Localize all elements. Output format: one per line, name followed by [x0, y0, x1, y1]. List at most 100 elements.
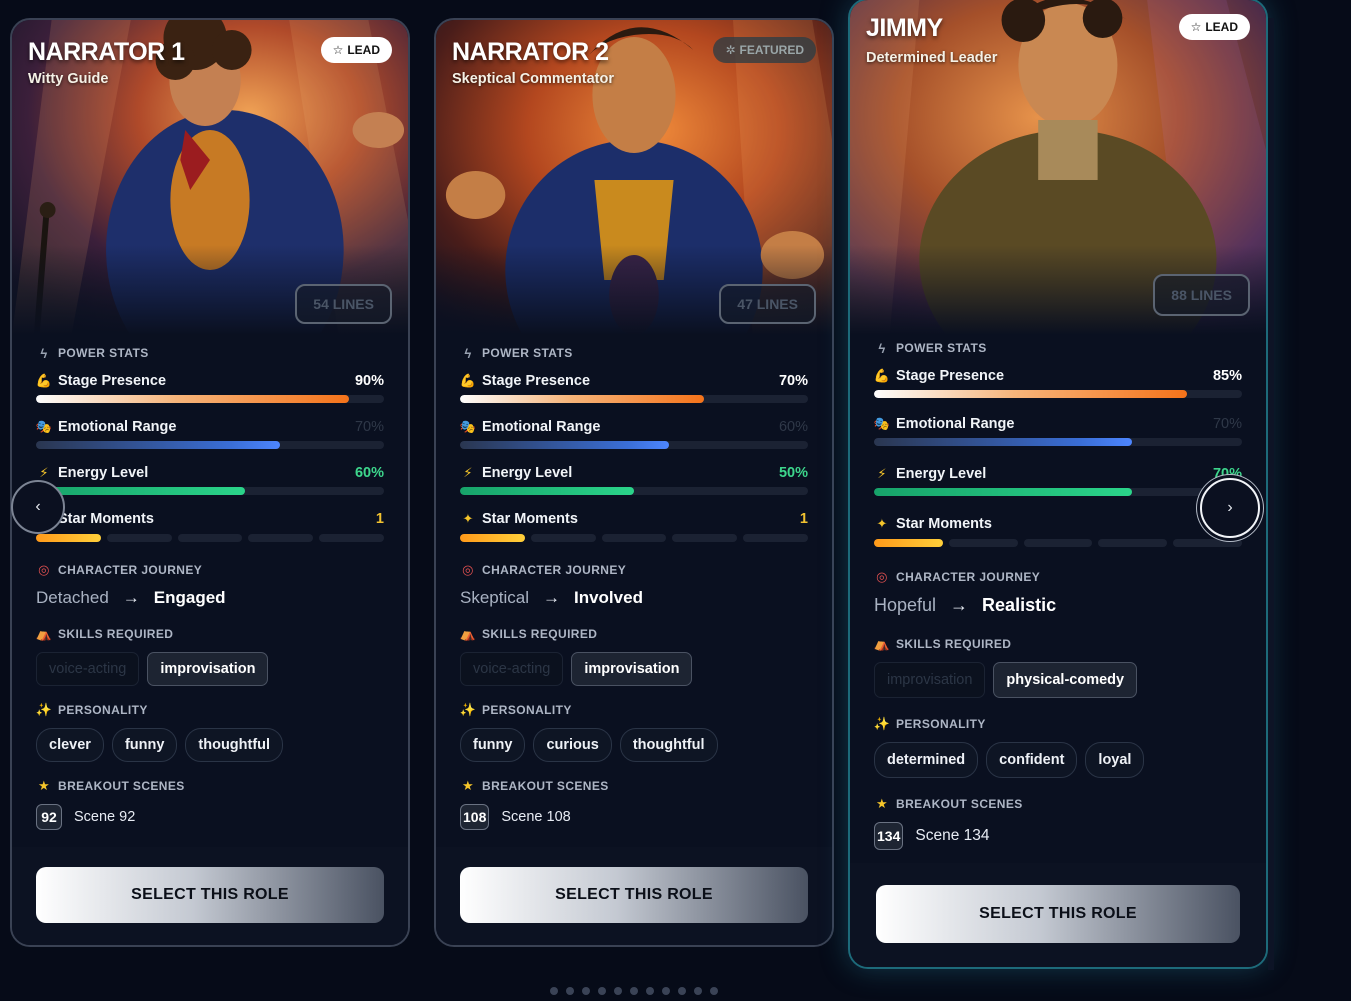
personality-chip: confident [986, 742, 1078, 778]
pagination-dot[interactable] [630, 987, 638, 995]
personality-chip: funny [111, 728, 178, 762]
stat-value: 60% [778, 419, 808, 435]
carousel-next-button[interactable]: › [1200, 478, 1260, 538]
flexed-arm-icon: 💪 [35, 373, 53, 388]
pagination-dot[interactable] [550, 987, 558, 995]
breakout-scene-item: 108 Scene 108 [460, 804, 808, 830]
shooting-star-icon: ✦ [876, 516, 888, 531]
pagination-dot[interactable] [678, 987, 686, 995]
star-moment-segment [743, 534, 808, 542]
character-name: NARRATOR 2 [452, 38, 609, 66]
power-stats-heading: ϟ POWER STATS [36, 345, 384, 361]
character-journey-heading: ◎ CHARACTER JOURNEY [460, 562, 808, 578]
theater-masks-icon: 🎭 [459, 419, 477, 434]
star-moment-segment [1023, 539, 1093, 547]
star-moment-segment [874, 539, 943, 547]
pagination-dot[interactable] [662, 987, 670, 995]
lead-badge: ☆ LEAD [320, 37, 392, 63]
star-moment-segment [530, 534, 596, 542]
stat-stage-presence: 💪 Stage Presence 85% [873, 368, 1242, 384]
pagination-dot[interactable] [566, 987, 574, 995]
pagination-dot[interactable] [582, 987, 590, 995]
stage-presence-bar [874, 390, 1242, 398]
skill-chip[interactable]: improvisation [147, 652, 269, 686]
scene-label: Scene 108 [501, 809, 571, 825]
stat-stage-presence: 💪 Stage Presence 90% [35, 373, 384, 389]
star-icon: ★ [875, 796, 889, 811]
star-moments-segments [36, 534, 384, 542]
pagination-dot[interactable] [646, 987, 654, 995]
chevron-right-icon: › [1227, 499, 1233, 516]
star-moment-segment [460, 534, 525, 542]
flexed-arm-icon: 💪 [873, 368, 891, 383]
character-subtitle: Skeptical Commentator [452, 71, 614, 87]
stat-emotional-range: 🎭 Emotional Range 70% [873, 416, 1242, 432]
skills-required-heading: ⛺ SKILLS REQUIRED [873, 636, 1012, 651]
journey-to: Engaged [153, 588, 226, 607]
theater-masks-icon: 🎭 [35, 419, 53, 434]
sparkles-icon: ✨ [35, 702, 53, 717]
lead-badge: ☆ LEAD [1178, 14, 1250, 40]
lines-count-badge: 88 LINES [1153, 274, 1250, 316]
journey-from: Hopeful [874, 595, 937, 615]
power-stats-heading: ϟ POWER STATS [874, 340, 1242, 356]
character-subtitle: Determined Leader [866, 50, 998, 66]
pagination-dot[interactable] [614, 987, 622, 995]
scene-number: 108 [460, 804, 490, 830]
role-card-narrator-1[interactable]: NARRATOR 1 Witty Guide ☆ LEAD 54 LINES ϟ… [10, 18, 410, 947]
sparkle-icon: ✲ [725, 43, 736, 57]
card-footer: SELECT THIS ROLE [850, 863, 1266, 967]
character-journey-heading: ◎ CHARACTER JOURNEY [874, 569, 1242, 585]
power-stats-heading: ϟ POWER STATS [460, 345, 808, 361]
lightning-icon: ⚡ [463, 465, 473, 480]
role-card-jimmy[interactable]: JIMMY Determined Leader ☆ LEAD 88 LINES … [848, 0, 1268, 969]
star-moment-segment [1098, 539, 1168, 547]
skills-required-heading: ⛺ SKILLS REQUIRED [459, 626, 598, 641]
badge-label: LEAD [1205, 20, 1238, 34]
circus-tent-icon: ⛺ [873, 636, 891, 651]
star-outline-icon: ☆ [332, 43, 344, 57]
pagination-dot[interactable] [694, 987, 702, 995]
skill-chip[interactable]: voice-acting [36, 652, 140, 686]
skill-chip[interactable]: improvisation [874, 662, 986, 698]
star-moment-segment [106, 534, 172, 542]
star-moment-segment [601, 534, 667, 542]
stat-star-moments: ✦Star Moments 1 [460, 509, 808, 529]
stat-emotional-range: 🎭 Emotional Range 60% [459, 419, 808, 435]
skill-chip[interactable]: improvisation [571, 652, 693, 686]
pagination-dot[interactable] [710, 987, 718, 995]
stat-energy-level: ⚡ Energy Level 60% [36, 463, 384, 483]
personality-chip: loyal [1085, 742, 1145, 778]
carousel-prev-button[interactable]: ‹ [11, 480, 65, 534]
emotional-range-bar [36, 441, 384, 449]
lightning-icon: ⚡ [877, 466, 887, 481]
stat-star-moments: ✦Star Moments 1 [36, 509, 384, 529]
select-role-button[interactable]: SELECT THIS ROLE [36, 867, 384, 923]
select-role-button[interactable]: SELECT THIS ROLE [876, 885, 1240, 943]
stat-value: 70% [354, 419, 384, 435]
arrow-right-icon: → [950, 595, 969, 615]
scene-label: Scene 134 [915, 827, 990, 844]
stat-value: 1 [375, 511, 384, 527]
character-name: NARRATOR 1 [28, 38, 185, 66]
lines-count-badge: 54 LINES [295, 284, 392, 324]
stage-presence-bar [460, 395, 808, 403]
role-card-narrator-2[interactable]: NARRATOR 2 Skeptical Commentator ✲ FEATU… [434, 18, 834, 947]
star-moment-segment [319, 534, 384, 542]
skill-chip[interactable]: physical-comedy [993, 662, 1138, 698]
breakout-scene-item: 134 Scene 134 [874, 822, 1242, 850]
journey-to: Involved [573, 588, 643, 607]
personality-chip: thoughtful [185, 728, 284, 762]
stage-presence-bar [36, 395, 384, 403]
stat-value: 60% [354, 465, 384, 481]
stat-value: 70% [1212, 416, 1242, 432]
scene-number: 92 [36, 804, 62, 830]
select-role-button[interactable]: SELECT THIS ROLE [460, 867, 808, 923]
star-moment-segment [177, 534, 243, 542]
sparkles-icon: ✨ [873, 716, 891, 731]
skill-chip[interactable]: voice-acting [460, 652, 564, 686]
pagination-dot[interactable] [598, 987, 606, 995]
star-moment-segment [1173, 539, 1242, 547]
personality-chip: funny [460, 728, 526, 762]
personality-chip: clever [36, 728, 104, 762]
